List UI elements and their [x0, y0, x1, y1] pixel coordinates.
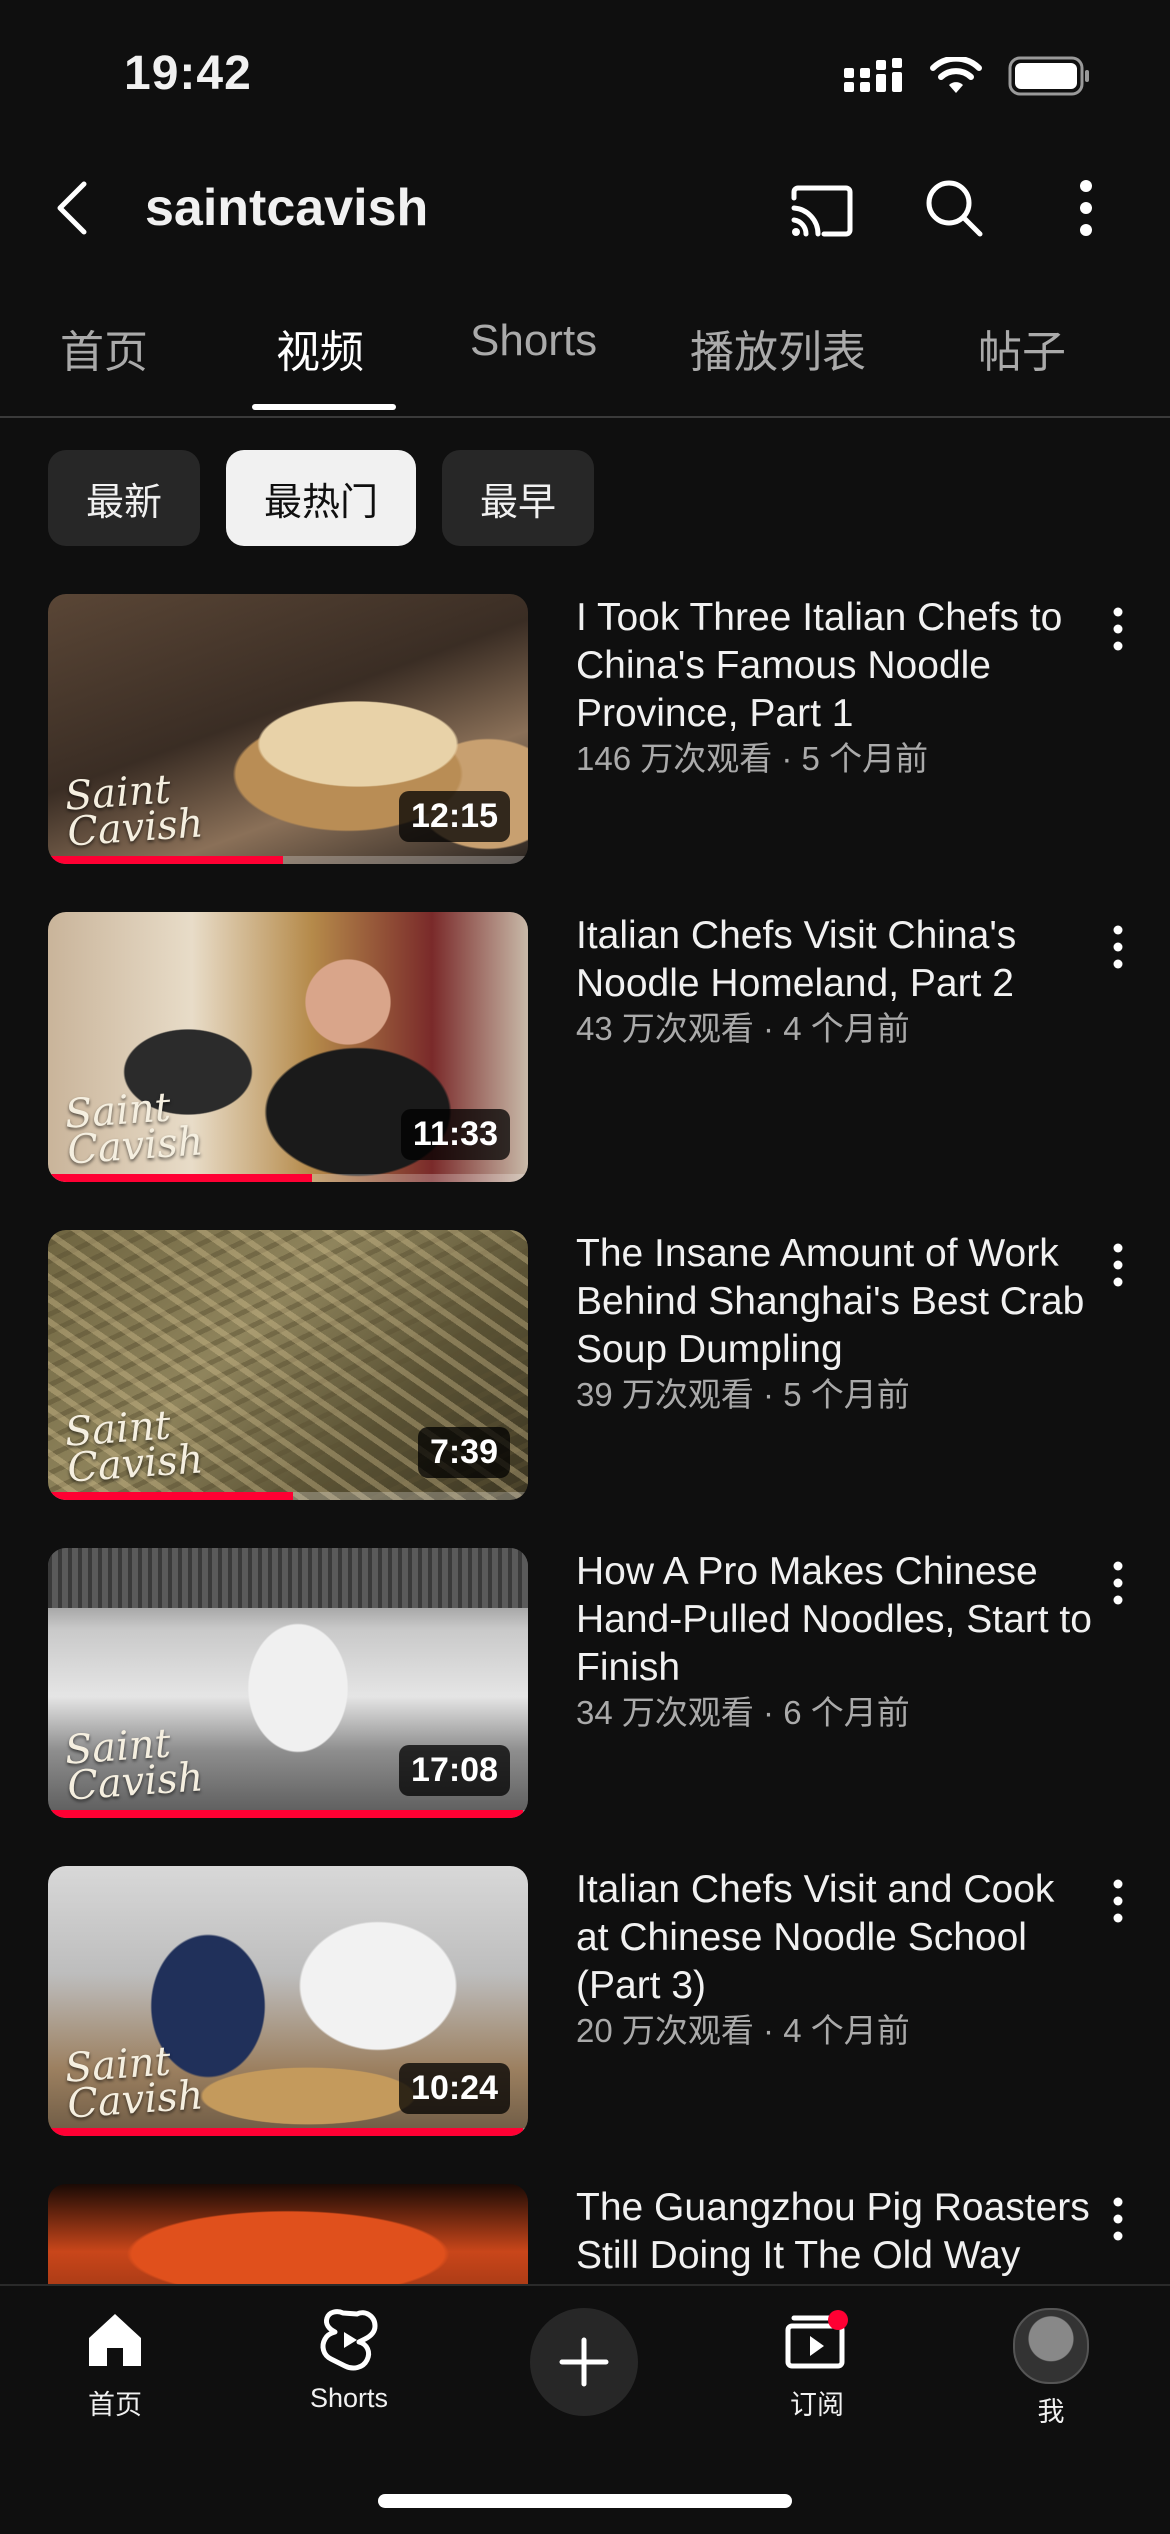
video-item[interactable]: Saint Cavish 17:08 How A Pro Makes Chines… — [0, 1548, 1170, 1818]
saintcavish-logo: Saint Cavish — [63, 1402, 205, 1492]
video-more-icon[interactable] — [1104, 604, 1132, 654]
video-duration: 12:15 — [399, 791, 510, 842]
video-thumbnail[interactable]: Saint Cavish 12:15 — [48, 594, 528, 864]
create-button[interactable] — [530, 2308, 638, 2416]
nav-home[interactable]: 首页 — [40, 2308, 190, 2422]
wifi-icon — [930, 57, 982, 93]
status-time: 19:42 — [124, 47, 252, 100]
video-title[interactable]: I Took Three Italian Chefs to China's Fa… — [576, 594, 1096, 738]
video-thumbnail[interactable]: Saint Cavish 11:33 — [48, 912, 528, 1182]
more-options-icon[interactable] — [1062, 176, 1110, 240]
tab-playlists[interactable]: 播放列表 — [690, 316, 866, 380]
video-more-icon[interactable] — [1104, 922, 1132, 972]
app-bar: saintcavish — [0, 150, 1170, 270]
saintcavish-logo: Saint Cavish — [63, 766, 205, 856]
video-more-icon[interactable] — [1104, 2194, 1132, 2244]
video-item[interactable]: Saint Cavish 12:15 I Took Three Italian C… — [0, 594, 1170, 864]
video-title[interactable]: The Insane Amount of Work Behind Shangha… — [576, 1230, 1096, 1374]
tab-videos[interactable]: 视频 — [276, 316, 364, 380]
saintcavish-logo: Saint Cavish — [63, 1084, 205, 1174]
shorts-icon — [320, 2309, 378, 2371]
video-duration: 11:33 — [400, 1109, 510, 1160]
home-indicator — [378, 2494, 792, 2508]
video-title[interactable]: The Guangzhou Pig Roasters Still Doing I… — [576, 2184, 1096, 2280]
subscriptions-icon — [785, 2310, 848, 2369]
avatar — [1013, 2308, 1089, 2384]
battery-icon — [1008, 56, 1089, 96]
video-more-icon[interactable] — [1104, 1876, 1132, 1926]
channel-name: saintcavish — [145, 179, 429, 237]
watch-progress-bar — [48, 1492, 293, 1500]
saintcavish-logo: Saint Cavish — [63, 1720, 205, 1810]
nav-you[interactable]: 我 — [976, 2308, 1126, 2429]
video-meta: 20 万次观看 · 4 个月前 — [576, 2012, 910, 2049]
nav-subscriptions-label: 订阅 — [790, 2390, 844, 2420]
watch-progress-bar — [48, 2128, 524, 2136]
video-title[interactable]: Italian Chefs Visit China's Noodle Homel… — [576, 912, 1096, 1008]
status-bar: 19:42 — [0, 0, 1170, 150]
video-meta: 146 万次观看 · 5 个月前 — [576, 740, 929, 777]
video-list: Saint Cavish 12:15 I Took Three Italian C… — [0, 594, 1170, 2284]
video-meta: 39 万次观看 · 5 个月前 — [576, 1376, 910, 1413]
nav-you-label: 我 — [1037, 2397, 1065, 2427]
nav-shorts-label: Shorts — [309, 2383, 389, 2413]
video-thumbnail[interactable]: Saint Cavish 17:08 — [48, 1548, 528, 1818]
bottom-navigation: 首页 Shorts 订阅 我 — [0, 2284, 1170, 2534]
tab-home[interactable]: 首页 — [60, 316, 148, 380]
video-more-icon[interactable] — [1104, 1240, 1132, 1290]
active-tab-indicator — [252, 404, 396, 410]
saintcavish-logo: Saint Cavish — [63, 2038, 205, 2128]
video-meta: 34 万次观看 · 6 个月前 — [576, 1694, 910, 1731]
video-title[interactable]: Italian Chefs Visit and Cook at Chinese … — [576, 1866, 1096, 2010]
tab-posts[interactable]: 帖子 — [978, 316, 1066, 380]
watch-progress-bar — [48, 856, 284, 864]
video-item[interactable]: Saint Cavish 10:24 Italian Chefs Visit an… — [0, 1866, 1170, 2136]
video-thumbnail[interactable]: Saint Cavish 7:39 — [48, 1230, 528, 1500]
video-duration: 17:08 — [399, 1745, 510, 1796]
home-icon — [89, 2314, 141, 2366]
video-duration: 7:39 — [417, 1427, 510, 1478]
video-thumbnail[interactable]: Saint Cavish 10:24 — [48, 1866, 528, 2136]
chip-latest[interactable]: 最新 — [48, 450, 201, 546]
back-arrow-icon[interactable] — [44, 178, 104, 238]
search-icon[interactable] — [922, 176, 986, 240]
video-meta: 43 万次观看 · 4 个月前 — [576, 1010, 910, 1047]
video-more-icon[interactable] — [1104, 1558, 1132, 1608]
watch-progress-bar — [48, 1174, 312, 1182]
video-title[interactable]: How A Pro Makes Chinese Hand-Pulled Nood… — [576, 1548, 1096, 1692]
nav-subscriptions[interactable]: 订阅 — [742, 2308, 892, 2422]
video-item[interactable]: Saint Cavish 11:33 Italian Chefs Visit Ch… — [0, 912, 1170, 1182]
video-thumbnail[interactable] — [48, 2184, 528, 2284]
video-item[interactable]: Saint Cavish 7:39 The Insane Amount of Wo… — [0, 1230, 1170, 1500]
sort-chips: 最新 最热门 最早 — [48, 450, 595, 546]
chip-oldest[interactable]: 最早 — [442, 450, 595, 546]
chip-popular[interactable]: 最热门 — [226, 450, 417, 546]
nav-home-label: 首页 — [88, 2390, 142, 2420]
plus-icon — [559, 2337, 609, 2387]
video-item[interactable]: The Guangzhou Pig Roasters Still Doing I… — [0, 2184, 1170, 2284]
cast-icon[interactable] — [788, 180, 854, 240]
watch-progress-bar — [48, 1810, 524, 1818]
nav-shorts[interactable]: Shorts — [274, 2308, 424, 2414]
cellular-signal-icon — [844, 58, 902, 92]
video-duration: 10:24 — [399, 2063, 510, 2114]
channel-tabs: 首页 视频 Shorts 播放列表 帖子 — [0, 286, 1170, 418]
tab-shorts[interactable]: Shorts — [470, 316, 597, 366]
